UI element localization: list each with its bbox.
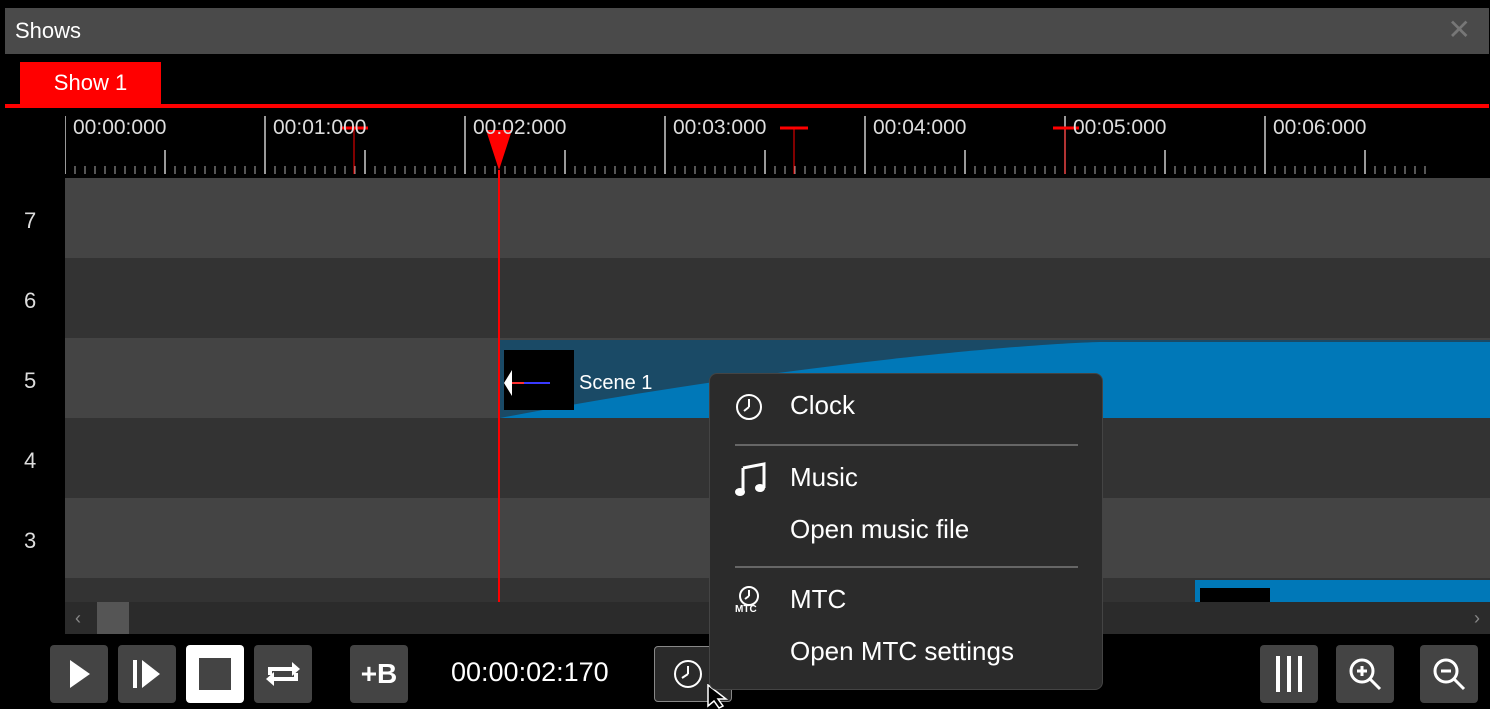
playhead[interactable] xyxy=(498,170,500,602)
zoom-out-button[interactable] xyxy=(1420,645,1478,703)
ruler-label: 00:01:000 xyxy=(273,116,367,139)
close-icon[interactable]: ✕ xyxy=(1448,16,1471,44)
zoom-in-button[interactable] xyxy=(1336,645,1394,703)
track-number: 3 xyxy=(24,528,37,553)
zoom-in-icon xyxy=(1349,658,1382,691)
menu-item-open-music-file[interactable]: Open music file xyxy=(790,514,969,545)
scene-label: Scene 1 xyxy=(579,372,653,394)
mtc-clock-icon xyxy=(739,586,759,606)
ruler-label: 00:02:000 xyxy=(473,116,567,139)
zoom-out-icon xyxy=(1433,658,1466,691)
scroll-thumb[interactable] xyxy=(97,602,129,634)
ruler-label: 00:03:000 xyxy=(673,116,767,139)
track-number: 5 xyxy=(24,368,37,393)
menu-item-clock[interactable]: Clock xyxy=(790,390,855,421)
play-icon xyxy=(70,660,90,688)
track-number: 4 xyxy=(24,448,37,473)
menu-item-mtc[interactable]: MTC xyxy=(790,584,846,615)
ruler-label: 00:06:000 xyxy=(1273,116,1367,139)
track-number: 7 xyxy=(24,208,37,233)
bump-button[interactable]: +B xyxy=(350,645,408,703)
track-row[interactable] xyxy=(65,258,1490,338)
menu-divider xyxy=(735,444,1078,446)
scroll-left-icon[interactable]: ‹ xyxy=(75,608,81,629)
scene-thumbnail xyxy=(504,350,574,410)
menu-item-music[interactable]: Music xyxy=(790,462,858,493)
loop-button[interactable] xyxy=(254,645,312,703)
ruler-label: 00:00:000 xyxy=(73,116,167,139)
columns-button[interactable] xyxy=(1260,645,1318,703)
scene-arrow-icon xyxy=(504,370,550,396)
scroll-right-icon[interactable]: › xyxy=(1474,608,1480,629)
scene-thumbnail xyxy=(1200,588,1270,602)
track-row[interactable] xyxy=(65,178,1490,258)
clock-icon xyxy=(674,660,702,688)
music-note-icon xyxy=(735,462,766,496)
scene-clip[interactable] xyxy=(1195,580,1490,602)
window-title: Shows xyxy=(15,18,82,43)
stop-icon xyxy=(199,658,231,690)
play-button[interactable] xyxy=(50,645,108,703)
tab-underline xyxy=(5,104,1489,108)
menu-divider xyxy=(735,566,1078,568)
tab-show-1[interactable]: Show 1 xyxy=(20,62,161,104)
timecode-source-menu: Clock Music Open music file MTC MTC Open… xyxy=(709,373,1103,690)
track-number: 6 xyxy=(24,288,37,313)
play-from-icon xyxy=(133,660,160,688)
time-display: 00:00:02:170 xyxy=(451,657,609,687)
clock-icon xyxy=(736,394,762,420)
window-titlebar: Shows ✕ xyxy=(5,8,1489,54)
ruler-label: 00:04:000 xyxy=(873,116,967,139)
loop-icon xyxy=(266,662,300,686)
stop-button[interactable] xyxy=(186,645,244,703)
columns-icon xyxy=(1276,656,1302,692)
ruler-label: 00:05:000 xyxy=(1073,116,1167,139)
mtc-badge: MTC xyxy=(735,604,757,615)
timeline-ruler[interactable]: 00:00:000 00:01:000 00:02:000 00:03:000 … xyxy=(65,112,1490,174)
play-from-button[interactable] xyxy=(118,645,176,703)
menu-item-open-mtc-settings[interactable]: Open MTC settings xyxy=(790,636,1014,667)
